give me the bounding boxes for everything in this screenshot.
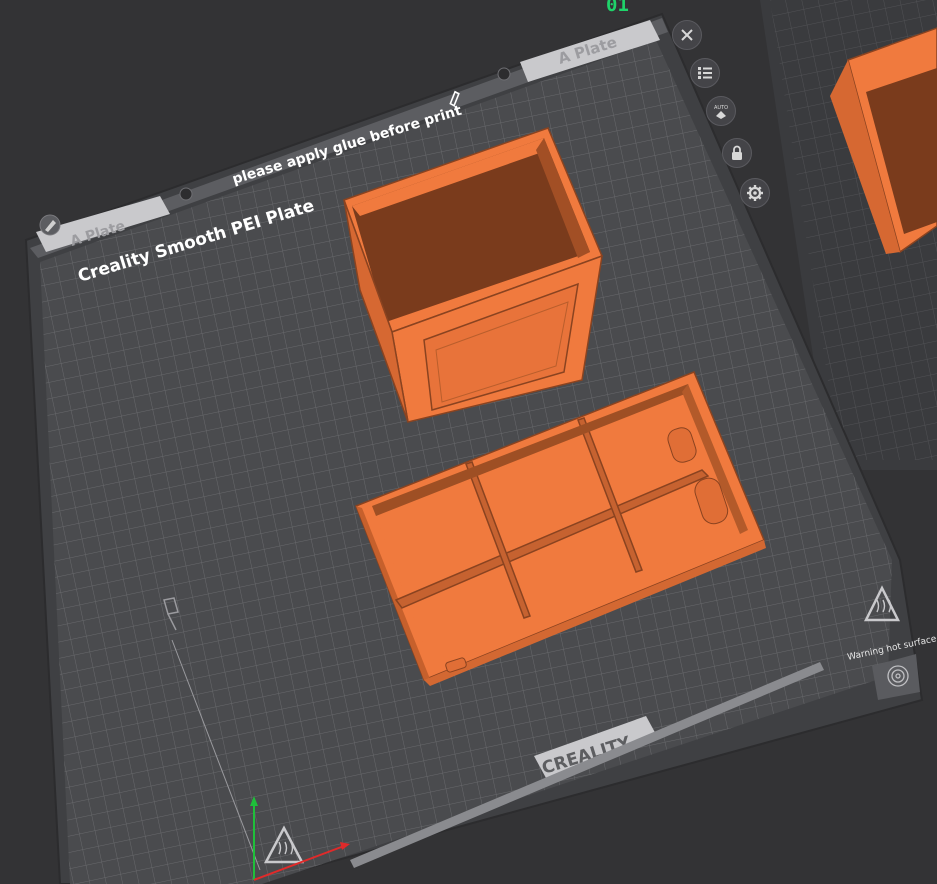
close-plate-button[interactable] <box>672 20 702 50</box>
lock-icon <box>732 145 742 160</box>
plate-settings-button[interactable] <box>740 178 770 208</box>
close-icon <box>681 29 693 41</box>
plate-index-label: 01 <box>606 0 629 16</box>
lock-plate-button[interactable] <box>722 138 752 168</box>
auto-label: AUTO <box>714 105 728 111</box>
rail-screw-icon <box>179 187 193 201</box>
rail-screw-icon <box>497 67 511 81</box>
arrange-button[interactable] <box>690 58 720 88</box>
gear-icon <box>747 185 763 201</box>
auto-orient-button[interactable]: AUTO <box>706 96 736 126</box>
arrange-list-icon <box>698 67 712 79</box>
edit-plate-name-icon[interactable] <box>39 214 61 236</box>
auto-orient-icon: AUTO <box>714 105 728 119</box>
3d-viewport[interactable]: A Plate A Plate please apply glue before… <box>0 0 937 884</box>
